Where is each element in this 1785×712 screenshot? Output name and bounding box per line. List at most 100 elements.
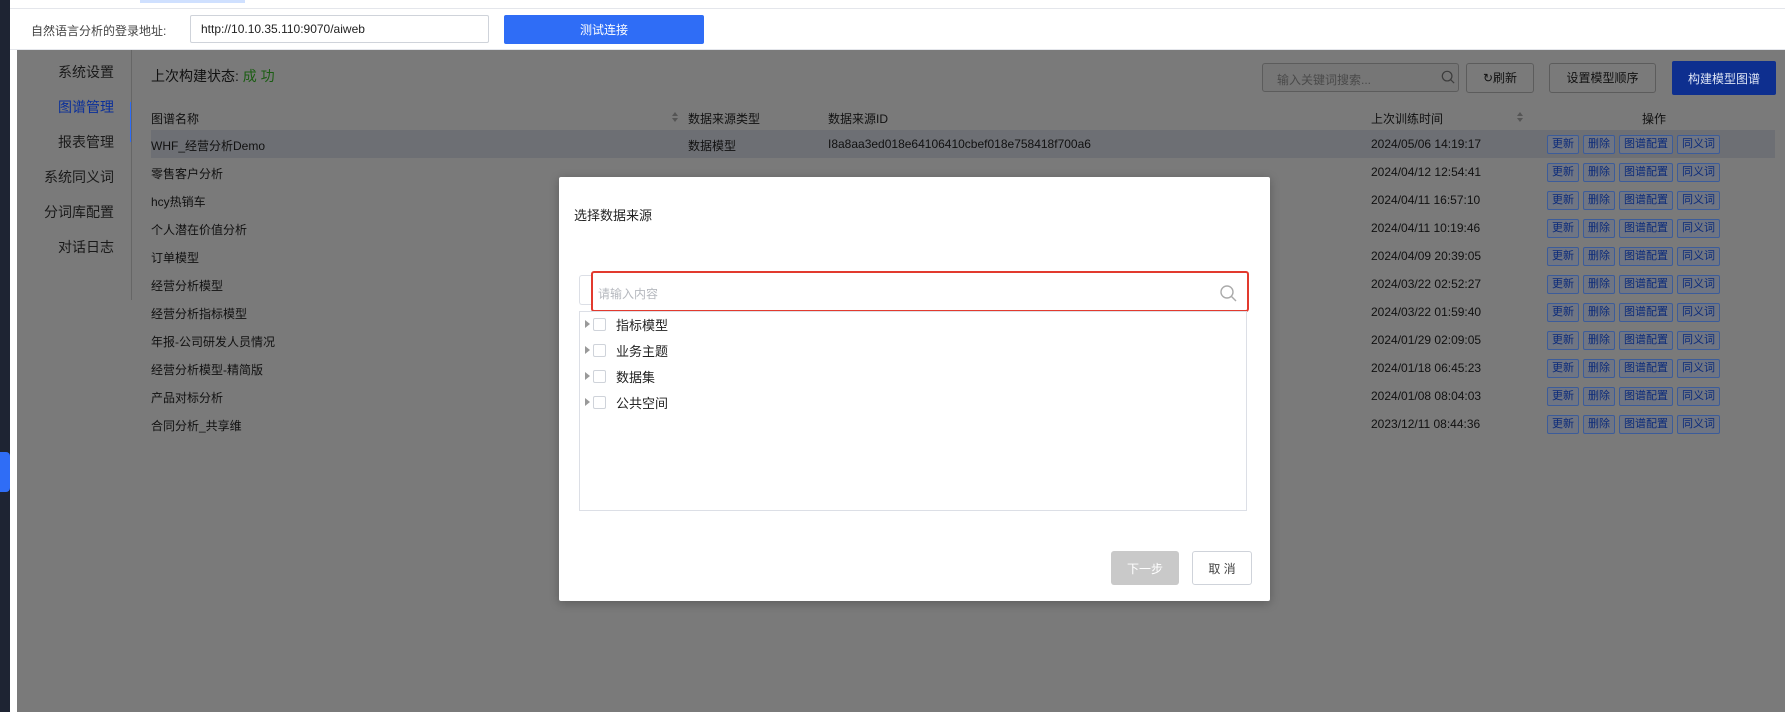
table-header: 图谱名称 数据来源类型 数据来源ID 上次训练时间 操作 <box>151 98 1775 130</box>
graph-config-button[interactable]: 图谱配置 <box>1619 247 1673 266</box>
graph-config-button[interactable]: 图谱配置 <box>1619 331 1673 350</box>
graph-config-button[interactable]: 图谱配置 <box>1619 135 1673 154</box>
tree-node[interactable]: 数据集 <box>585 366 655 386</box>
delete-button[interactable]: 删除 <box>1583 219 1615 238</box>
cell-last-train-time: 2024/04/12 12:54:41 <box>1371 165 1482 179</box>
cell-name: 个人潜在价值分析 <box>151 223 248 237</box>
sort-icon[interactable] <box>671 111 679 123</box>
tree-node-label: 数据集 <box>616 369 656 385</box>
left-edge-bar <box>0 0 10 712</box>
synonym-button[interactable]: 同义词 <box>1677 359 1720 378</box>
update-button[interactable]: 更新 <box>1547 303 1579 322</box>
checkbox[interactable] <box>593 317 606 331</box>
sidebar-item-dialog-log[interactable]: 对话日志 <box>17 230 132 264</box>
delete-button[interactable]: 删除 <box>1583 163 1615 182</box>
sidebar-item-graph-management[interactable]: 图谱管理 <box>17 90 132 124</box>
update-button[interactable]: 更新 <box>1547 135 1579 154</box>
update-button[interactable]: 更新 <box>1547 415 1579 434</box>
synonym-button[interactable]: 同义词 <box>1677 387 1720 406</box>
keyword-search-input[interactable]: 输入关键词搜索... <box>1262 63 1459 92</box>
login-url-input[interactable] <box>190 15 489 43</box>
synonym-button[interactable]: 同义词 <box>1677 415 1720 434</box>
tree-node[interactable]: 公共空间 <box>585 392 668 412</box>
synonym-button[interactable]: 同义词 <box>1677 219 1720 238</box>
next-step-button[interactable]: 下一步 <box>1111 551 1179 585</box>
tree-node-label: 业务主题 <box>616 343 669 359</box>
synonym-button[interactable]: 同义词 <box>1677 191 1720 210</box>
synonym-button[interactable]: 同义词 <box>1677 275 1720 294</box>
checkbox[interactable] <box>593 395 606 409</box>
graph-config-button[interactable]: 图谱配置 <box>1619 359 1673 378</box>
sidebar-item-report-management[interactable]: 报表管理 <box>17 125 132 159</box>
caret-right-icon[interactable] <box>585 346 590 354</box>
delete-button[interactable]: 删除 <box>1583 135 1615 154</box>
delete-button[interactable]: 删除 <box>1583 415 1615 434</box>
row-actions: 更新 删除 图谱配置 同义词 <box>1547 415 1720 434</box>
source-search-placeholder: 请输入内容 <box>598 287 659 301</box>
delete-button[interactable]: 删除 <box>1583 275 1615 294</box>
graph-config-button[interactable]: 图谱配置 <box>1619 219 1673 238</box>
cell-name: 产品对标分析 <box>151 391 224 405</box>
graph-config-button[interactable]: 图谱配置 <box>1619 275 1673 294</box>
cell-name: hcy热销车 <box>151 195 206 209</box>
synonym-button[interactable]: 同义词 <box>1677 163 1720 182</box>
tree-node[interactable]: 业务主题 <box>585 340 668 360</box>
graph-config-button[interactable]: 图谱配置 <box>1619 415 1673 434</box>
login-url-bar: 自然语言分析的登录地址: 测试连接 <box>10 8 1785 50</box>
sidebar: 系统设置 图谱管理 报表管理 系统同义词 分词库配置 对话日志 <box>17 50 132 300</box>
delete-button[interactable]: 删除 <box>1583 191 1615 210</box>
synonym-button[interactable]: 同义词 <box>1677 331 1720 350</box>
floating-side-tab[interactable] <box>0 452 10 492</box>
synonym-button[interactable]: 同义词 <box>1677 135 1720 154</box>
set-model-order-button[interactable]: 设置模型顺序 <box>1549 63 1656 93</box>
caret-right-icon[interactable] <box>585 398 590 406</box>
refresh-button[interactable]: ↻刷新 <box>1466 63 1534 93</box>
sidebar-item-lexicon-config[interactable]: 分词库配置 <box>17 195 132 229</box>
tree-node[interactable]: 指标模型 <box>585 314 668 334</box>
caret-right-icon[interactable] <box>585 372 590 380</box>
graph-config-button[interactable]: 图谱配置 <box>1619 387 1673 406</box>
row-actions: 更新 删除 图谱配置 同义词 <box>1547 303 1720 322</box>
checkbox[interactable] <box>593 369 606 383</box>
row-actions: 更新 删除 图谱配置 同义词 <box>1547 331 1720 350</box>
checkbox[interactable] <box>593 343 606 357</box>
update-button[interactable]: 更新 <box>1547 331 1579 350</box>
update-button[interactable]: 更新 <box>1547 387 1579 406</box>
row-actions: 更新 删除 图谱配置 同义词 <box>1547 219 1720 238</box>
cell-last-train-time: 2024/05/06 14:19:17 <box>1371 137 1482 151</box>
cell-last-train-time: 2024/04/09 20:39:05 <box>1371 249 1482 263</box>
delete-button[interactable]: 删除 <box>1583 387 1615 406</box>
build-model-graph-button[interactable]: 构建模型图谱 <box>1672 61 1776 95</box>
update-button[interactable]: 更新 <box>1547 359 1579 378</box>
search-icon[interactable] <box>1441 70 1455 84</box>
table-row[interactable]: WHF_经营分析Demo 数据模型 I8a8aa3ed018e64106410cbe… <box>151 130 1775 158</box>
cell-last-train-time: 2024/01/18 06:45:23 <box>1371 361 1482 375</box>
cancel-button[interactable]: 取 消 <box>1192 551 1252 585</box>
synonym-button[interactable]: 同义词 <box>1677 303 1720 322</box>
sidebar-item-system-settings[interactable]: 系统设置 <box>17 55 132 89</box>
synonym-button[interactable]: 同义词 <box>1677 247 1720 266</box>
caret-right-icon[interactable] <box>585 320 590 328</box>
cell-name: 零售客户分析 <box>151 167 224 181</box>
delete-button[interactable]: 删除 <box>1583 331 1615 350</box>
update-button[interactable]: 更新 <box>1547 247 1579 266</box>
sort-icon[interactable] <box>1516 111 1524 123</box>
update-button[interactable]: 更新 <box>1547 163 1579 182</box>
graph-config-button[interactable]: 图谱配置 <box>1619 303 1673 322</box>
graph-config-button[interactable]: 图谱配置 <box>1619 163 1673 182</box>
sidebar-item-system-synonyms[interactable]: 系统同义词 <box>17 160 132 194</box>
search-input-edge <box>579 275 591 305</box>
test-connection-button[interactable]: 测试连接 <box>504 15 704 44</box>
tree-node-label: 指标模型 <box>616 317 669 333</box>
cell-name: 经营分析模型 <box>151 279 224 293</box>
row-actions: 更新 删除 图谱配置 同义词 <box>1547 247 1720 266</box>
delete-button[interactable]: 删除 <box>1583 303 1615 322</box>
update-button[interactable]: 更新 <box>1547 275 1579 294</box>
delete-button[interactable]: 删除 <box>1583 247 1615 266</box>
graph-config-button[interactable]: 图谱配置 <box>1619 191 1673 210</box>
update-button[interactable]: 更新 <box>1547 219 1579 238</box>
search-icon[interactable] <box>1219 284 1237 302</box>
source-search-input[interactable]: 请输入内容 <box>591 271 1249 312</box>
update-button[interactable]: 更新 <box>1547 191 1579 210</box>
delete-button[interactable]: 删除 <box>1583 359 1615 378</box>
